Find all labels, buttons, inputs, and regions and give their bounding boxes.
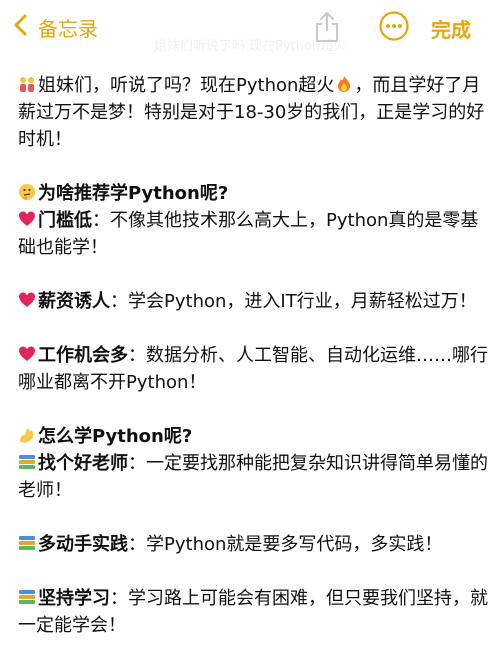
how-heading-text: 怎么学Python呢? <box>38 426 193 447</box>
reason-item: 工作机会多：数据分析、人工智能、自动化运维……哪行哪业都离不开Python！ <box>18 342 488 396</box>
tip-item: 找个好老师：一定要找那种能把复杂知识讲得简单易懂的老师！ <box>18 450 488 504</box>
books-emoji-icon <box>18 453 36 471</box>
thinking-face-emoji-icon <box>18 183 36 201</box>
reason-item: 薪资诱人：学会Python，进入IT行业，月薪轻松过万！ <box>18 288 488 315</box>
share-icon <box>312 12 342 48</box>
heart-emoji-icon <box>18 210 36 228</box>
fire-emoji-icon <box>335 75 353 93</box>
flexed-biceps-emoji-icon <box>18 426 36 444</box>
tip-item: 坚持学习：学习路上可能会有困难，但只要我们坚持，就一定能学会！ <box>18 585 488 639</box>
why-heading-text: 为啥推荐学Python呢? <box>38 183 229 204</box>
tip-title: 坚持学习 <box>38 588 110 609</box>
reason-item: 门槛低：不像其他技术那么高大上，Python真的是零基础也能学！ <box>18 207 488 261</box>
reason-title: 门槛低 <box>38 210 92 231</box>
faded-title: 姐妹们听说了吗 现在Python超火 <box>153 39 347 54</box>
sisters-emoji-icon <box>18 75 36 93</box>
intro-text-part1: 姐妹们，听说了吗？现在Python超火 <box>38 75 335 96</box>
heart-emoji-icon <box>18 345 36 363</box>
done-button[interactable]: 完成 <box>431 14 471 43</box>
intro-paragraph: 姐妹们，听说了吗？现在Python超火 ，而且学好了月薪过万不是梦！特别是对于1… <box>18 72 488 153</box>
ellipsis-circle-icon <box>378 11 410 46</box>
share-button[interactable] <box>312 10 342 44</box>
how-heading: 怎么学Python呢? <box>18 423 488 450</box>
tip-body: ：学Python就是要多写代码，多实践！ <box>128 534 443 555</box>
note-content[interactable]: 姐妹们，听说了吗？现在Python超火 ，而且学好了月薪过万不是梦！特别是对于1… <box>18 72 488 639</box>
notes-screen: 备忘录 姐妹们听说了吗 现在Python超火 完成 姐妹们，听说了吗？现在Pyt… <box>0 0 500 656</box>
navigation-bar: 备忘录 姐妹们听说了吗 现在Python超火 完成 <box>0 0 500 56</box>
tip-title: 找个好老师 <box>38 453 128 474</box>
reason-title: 薪资诱人 <box>38 291 110 312</box>
tip-title: 多动手实践 <box>38 534 128 555</box>
reason-title: 工作机会多 <box>38 345 128 366</box>
books-emoji-icon <box>18 534 36 552</box>
tip-item: 多动手实践：学Python就是要多写代码，多实践！ <box>18 531 488 558</box>
heart-emoji-icon <box>18 291 36 309</box>
why-heading: 为啥推荐学Python呢? <box>18 180 488 207</box>
more-options-button[interactable] <box>378 10 410 42</box>
reason-body: ：学会Python，进入IT行业，月薪轻松过万！ <box>110 291 477 312</box>
books-emoji-icon <box>18 588 36 606</box>
